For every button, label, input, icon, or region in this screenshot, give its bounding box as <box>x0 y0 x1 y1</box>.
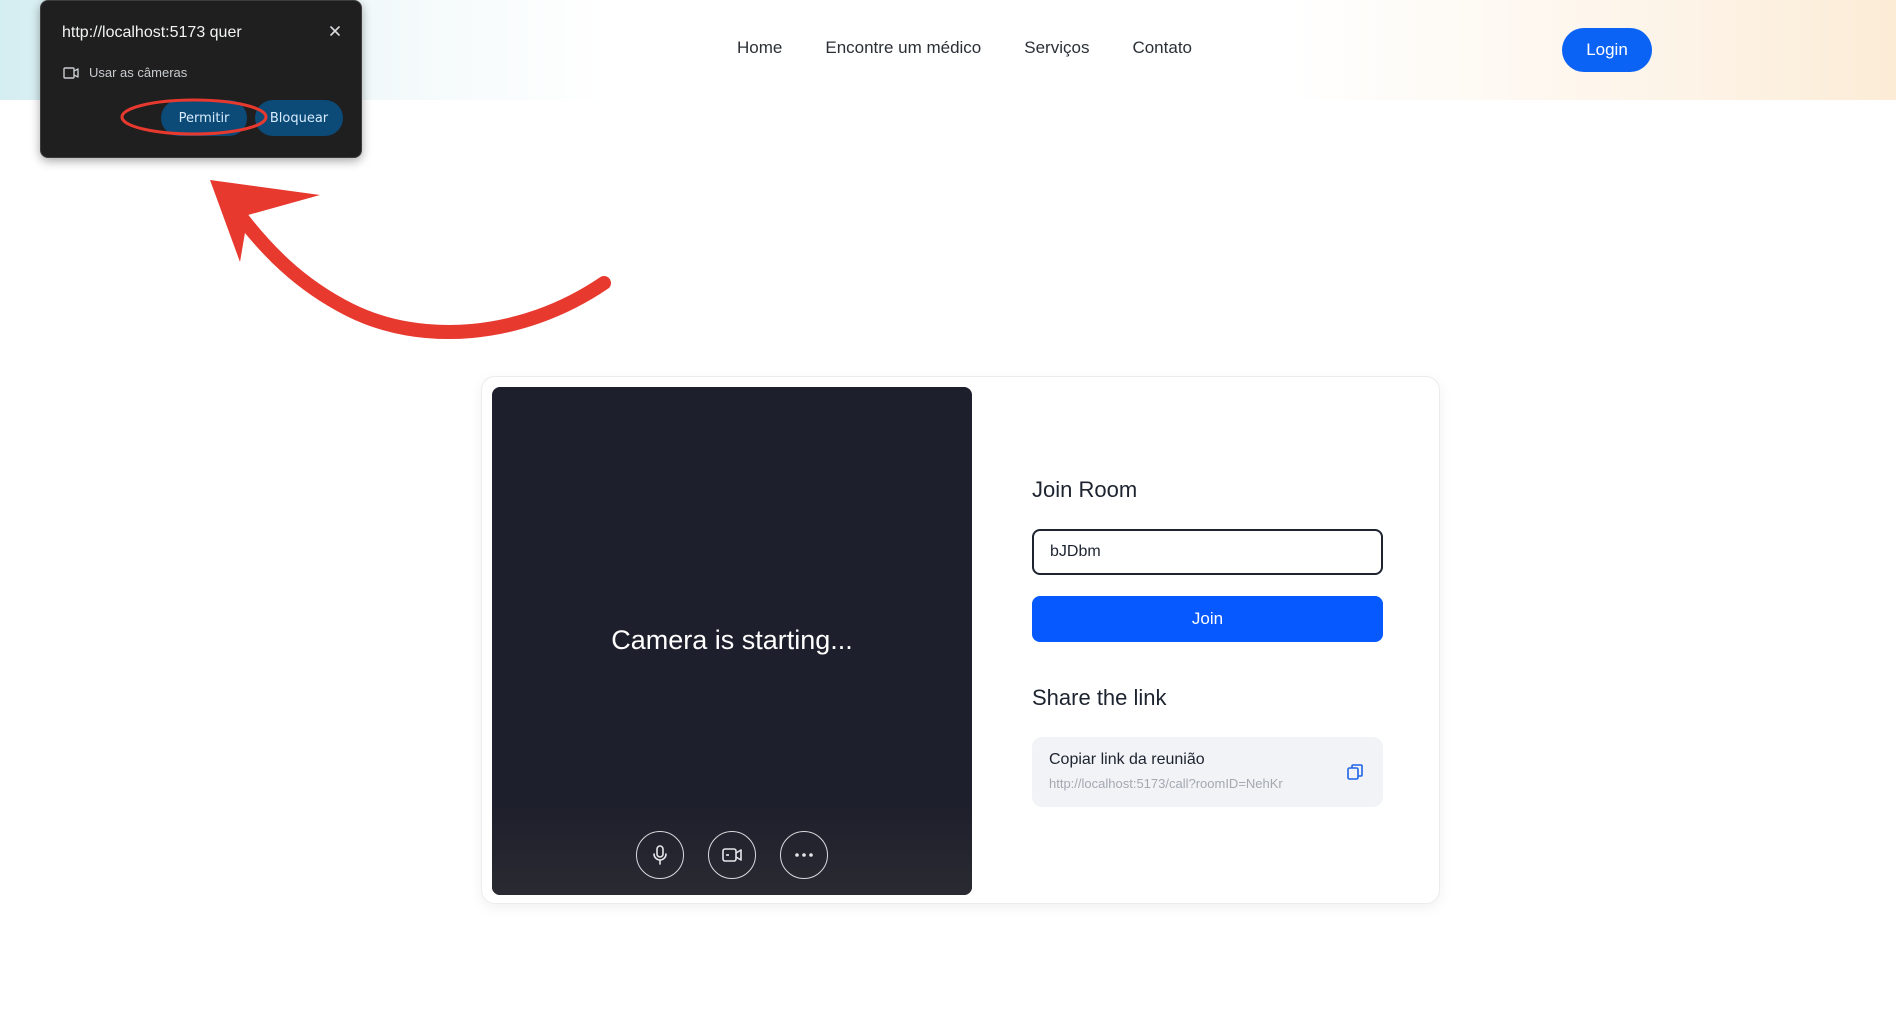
camera-permission-popup: http://localhost:5173 quer Usar as câmer… <box>40 0 362 158</box>
join-button[interactable]: Join <box>1032 596 1383 642</box>
room-card: Camera is starting... Join Room Joi <box>481 376 1440 904</box>
nav-services[interactable]: Serviços <box>1024 38 1089 58</box>
camera-status-text: Camera is starting... <box>611 625 853 655</box>
permission-text: Usar as câmeras <box>89 65 188 80</box>
microphone-icon <box>653 845 667 865</box>
close-button[interactable] <box>325 21 345 41</box>
more-icon <box>795 853 813 857</box>
permission-title: http://localhost:5173 quer <box>62 24 242 41</box>
video-preview: Camera is starting... <box>492 387 972 895</box>
camera-icon <box>63 66 79 79</box>
nav-find-doctor[interactable]: Encontre um médico <box>825 38 981 58</box>
microphone-button[interactable] <box>636 831 684 879</box>
login-button[interactable]: Login <box>1562 28 1652 72</box>
meeting-url: http://localhost:5173/call?roomID=NehKr <box>1049 776 1283 791</box>
nav-contact[interactable]: Contato <box>1132 38 1192 58</box>
close-icon <box>330 26 340 36</box>
copy-icon[interactable] <box>1346 763 1364 781</box>
main-nav: Home Encontre um médico Serviços Contato <box>737 38 1192 58</box>
copy-link-label: Copiar link da reunião <box>1049 751 1205 768</box>
join-room-title: Join Room <box>1032 477 1138 502</box>
allow-button[interactable]: Permitir <box>161 100 247 136</box>
nav-home[interactable]: Home <box>737 38 782 58</box>
share-link-title: Share the link <box>1032 685 1167 710</box>
room-id-input[interactable] <box>1032 529 1383 575</box>
permission-row: Usar as câmeras <box>63 65 187 80</box>
camera-button[interactable] <box>708 831 756 879</box>
block-button[interactable]: Bloquear <box>255 100 343 136</box>
video-camera-icon <box>722 848 742 862</box>
more-options-button[interactable] <box>780 831 828 879</box>
copy-link-box[interactable]: Copiar link da reunião http://localhost:… <box>1032 737 1383 807</box>
